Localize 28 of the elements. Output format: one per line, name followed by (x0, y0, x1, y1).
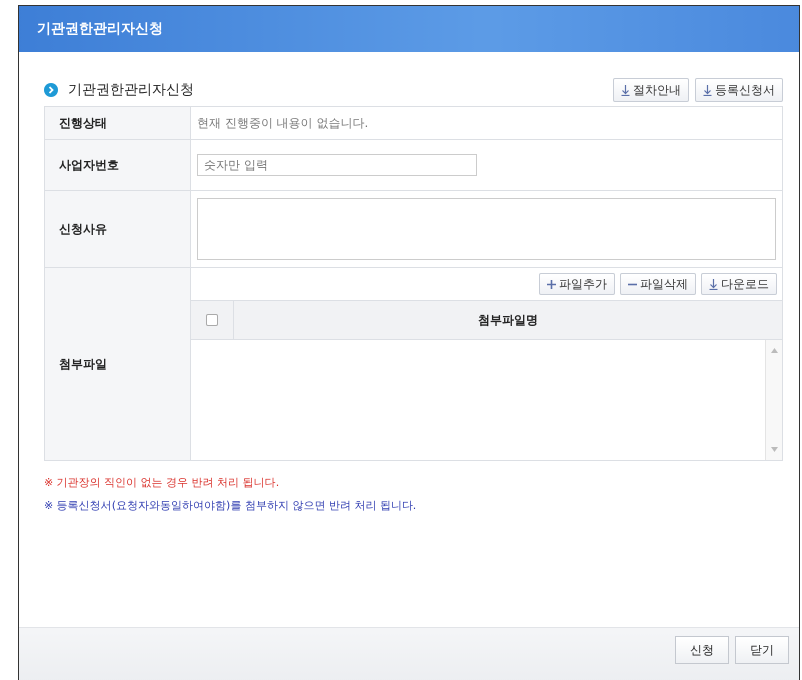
download-button[interactable]: 등록신청서 (695, 78, 783, 102)
scroll-up-icon[interactable] (770, 348, 778, 353)
submit-button[interactable]: 신청 (675, 636, 729, 664)
add-file-button[interactable]: 파일추가 (539, 273, 615, 295)
download-icon (703, 84, 712, 96)
business-number-field[interactable]: 숫자만 입력 (197, 154, 477, 176)
download-icon (709, 278, 718, 290)
row-label: 첨부파일 (44, 268, 190, 460)
notice-text: ※ 기관장의 직인이 없는 경우 반려 처리 됩니다. (44, 475, 280, 491)
download-icon (621, 84, 630, 96)
notice-text: ※ 등록신청서(요청자와동일하여야함)를 첨부하지 않으면 반려 처리 됩니다. (44, 498, 418, 514)
row-label: 진행상태 (44, 106, 190, 140)
download-button[interactable]: 절차안내 (613, 78, 689, 102)
plus-icon (547, 280, 556, 288)
column-header: 첨부파일명 (477, 312, 539, 328)
status-text: 현재 진행중이 내용이 없습니다. (197, 116, 368, 130)
window-title: 기관권한관리자신청 (37, 20, 163, 38)
close-button[interactable]: 닫기 (735, 636, 789, 664)
section-title: 기관권한관리자신청 (68, 81, 194, 99)
select-all-checkbox[interactable] (206, 314, 218, 326)
chevron-circle-icon (44, 83, 58, 97)
row-label: 신청사유 (44, 190, 190, 268)
row-label: 사업자번호 (44, 140, 190, 190)
scrollbar[interactable] (765, 340, 782, 460)
download-button[interactable]: 다운로드 (701, 273, 777, 295)
reason-field[interactable] (197, 198, 776, 260)
delete-file-button[interactable]: 파일삭제 (620, 273, 696, 295)
scroll-down-icon[interactable] (770, 447, 778, 452)
